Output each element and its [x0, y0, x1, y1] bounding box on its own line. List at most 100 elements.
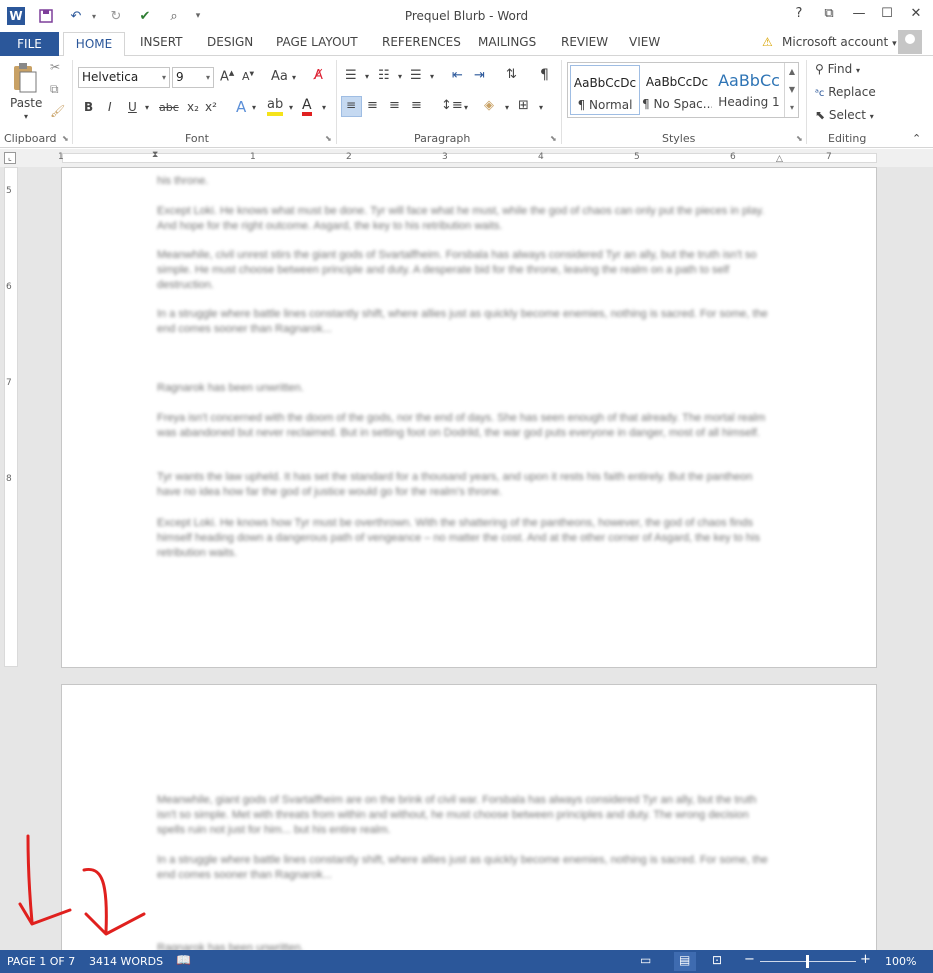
borders-icon[interactable]: ⊞: [518, 98, 529, 113]
numbering-icon[interactable]: ☷: [378, 68, 390, 83]
line-spacing-icon[interactable]: ↕≡: [441, 98, 463, 113]
paragraph[interactable]: In a struggle where battle lines constan…: [157, 307, 772, 337]
show-formatting-icon[interactable]: ¶: [540, 67, 549, 83]
account-menu[interactable]: Microsoft account ▾: [782, 35, 897, 49]
font-launcher-icon[interactable]: ⬊: [325, 134, 332, 143]
font-size-select[interactable]: 9 ▾: [172, 67, 214, 88]
right-indent-icon[interactable]: △: [776, 154, 783, 164]
font-family-select[interactable]: Helvetica ▾: [78, 67, 170, 88]
paragraph[interactable]: his throne.: [157, 174, 772, 189]
borders-dropdown-icon[interactable]: ▾: [539, 103, 543, 112]
page-count[interactable]: PAGE 1 OF 7: [7, 955, 75, 968]
numbering-dropdown-icon[interactable]: ▾: [398, 72, 402, 81]
page-2[interactable]: Meanwhile, giant gods of Svartalfheim ar…: [61, 684, 877, 964]
clear-formatting-icon[interactable]: A̸: [314, 68, 323, 83]
tab-design[interactable]: DESIGN: [207, 35, 253, 49]
page-1[interactable]: his throne. Except Loki. He knows what m…: [61, 167, 877, 668]
paragraph-launcher-icon[interactable]: ⬊: [550, 134, 557, 143]
find-button[interactable]: ⚲ Find ▾: [815, 62, 860, 76]
tab-insert[interactable]: INSERT: [140, 35, 183, 49]
text-effects-icon[interactable]: A: [236, 98, 246, 116]
paragraph[interactable]: Ragnarok has been unwritten.: [157, 381, 772, 396]
styles-scroll[interactable]: ▲ ▼ ▾: [784, 63, 799, 117]
vertical-ruler[interactable]: 5 6 7 8: [4, 167, 18, 667]
styles-launcher-icon[interactable]: ⬊: [796, 134, 803, 143]
help-button[interactable]: ?: [788, 6, 810, 26]
align-center-icon[interactable]: ≡: [367, 98, 378, 113]
font-color-dropdown-icon[interactable]: ▾: [322, 103, 326, 112]
indent-marker-icon[interactable]: ⧗: [152, 150, 158, 160]
bold-button[interactable]: B: [84, 100, 93, 114]
format-painter-icon[interactable]: 🖌: [50, 104, 65, 118]
clipboard-launcher-icon[interactable]: ⬊: [62, 134, 69, 143]
change-case-icon[interactable]: Aa ▾: [271, 69, 296, 84]
decrease-indent-icon[interactable]: ⇤: [452, 68, 463, 83]
web-layout-icon[interactable]: ⊡: [712, 953, 722, 967]
maximize-button[interactable]: ☐: [876, 6, 898, 26]
font-color-icon[interactable]: A: [302, 98, 312, 116]
paragraph[interactable]: Tyr wants the law upheld. It has set the…: [157, 470, 772, 500]
tab-mailings[interactable]: MAILINGS: [478, 35, 536, 49]
word-count[interactable]: 3414 WORDS: [89, 955, 163, 968]
cut-icon[interactable]: ✂: [50, 60, 60, 74]
underline-button[interactable]: U: [128, 100, 137, 114]
style-heading-1[interactable]: AaBbCc Heading 1: [714, 65, 784, 115]
paste-button[interactable]: Paste: [10, 96, 42, 110]
paragraph[interactable]: Except Loki. He knows how Tyr must be ov…: [157, 516, 772, 561]
text-effects-dropdown-icon[interactable]: ▾: [252, 103, 256, 112]
tab-file[interactable]: FILE: [0, 32, 59, 56]
bullets-icon[interactable]: ☰: [345, 68, 357, 83]
multilevel-list-icon[interactable]: ☰: [410, 68, 422, 83]
select-button[interactable]: ⬉ Select ▾: [815, 108, 874, 122]
ribbon-display-options-icon[interactable]: ⧉: [818, 6, 840, 26]
line-spacing-dropdown-icon[interactable]: ▾: [464, 103, 468, 112]
read-mode-icon[interactable]: ▭: [640, 953, 651, 967]
bullets-dropdown-icon[interactable]: ▾: [365, 72, 369, 81]
style-no-spacing[interactable]: AaBbCcDc ¶ No Spac...: [642, 65, 712, 115]
shrink-font-icon[interactable]: A▼: [242, 70, 254, 83]
proofing-icon[interactable]: 📖: [176, 953, 191, 967]
copy-icon[interactable]: ⧉: [50, 82, 59, 97]
close-button[interactable]: ✕: [905, 6, 927, 26]
avatar[interactable]: [898, 30, 922, 54]
paragraph[interactable]: Freya isn't concerned with the doom of t…: [157, 411, 772, 441]
justify-icon[interactable]: ≡: [411, 98, 422, 113]
tab-selector-icon[interactable]: ⌞: [4, 152, 16, 164]
style-normal[interactable]: AaBbCcDc ¶ Normal: [570, 65, 640, 115]
tab-home[interactable]: HOME: [63, 32, 125, 57]
zoom-slider-thumb[interactable]: [806, 955, 809, 968]
subscript-button[interactable]: x₂: [187, 100, 199, 114]
align-right-icon[interactable]: ≡: [389, 98, 400, 113]
paragraph[interactable]: Meanwhile, civil unrest stirs the giant …: [157, 248, 772, 293]
highlight-dropdown-icon[interactable]: ▾: [289, 103, 293, 112]
collapse-ribbon-icon[interactable]: ⌃: [912, 132, 921, 145]
print-layout-button[interactable]: ▤: [674, 952, 696, 971]
underline-dropdown-icon[interactable]: ▾: [145, 103, 149, 112]
grow-font-icon[interactable]: A▲: [220, 69, 234, 84]
superscript-button[interactable]: x²: [205, 100, 217, 114]
replace-button[interactable]: ᵃc Replace: [815, 85, 876, 99]
multilevel-dropdown-icon[interactable]: ▾: [430, 72, 434, 81]
tab-view[interactable]: VIEW: [629, 35, 660, 49]
sort-icon[interactable]: ⇅: [506, 67, 517, 82]
zoom-level[interactable]: 100%: [885, 955, 916, 968]
align-left-button[interactable]: ≡: [341, 96, 362, 117]
paste-dropdown-icon[interactable]: ▾: [24, 112, 28, 121]
paragraph[interactable]: Meanwhile, giant gods of Svartalfheim ar…: [157, 793, 772, 838]
increase-indent-icon[interactable]: ⇥: [474, 68, 485, 83]
highlight-icon[interactable]: ab: [267, 98, 284, 116]
paste-icon[interactable]: [10, 62, 40, 96]
paragraph[interactable]: Except Loki. He knows what must be done.…: [157, 204, 772, 234]
italic-button[interactable]: I: [108, 100, 112, 114]
ruler-bar[interactable]: [62, 153, 877, 163]
shading-icon[interactable]: ◈: [484, 98, 494, 113]
tab-page-layout[interactable]: PAGE LAYOUT: [276, 35, 358, 49]
document-area[interactable]: 5 6 7 8 his throne. Except Loki. He know…: [0, 167, 933, 964]
paragraph[interactable]: In a struggle where battle lines constan…: [157, 853, 772, 883]
zoom-out-button[interactable]: −: [744, 952, 755, 967]
tab-review[interactable]: REVIEW: [561, 35, 608, 49]
shading-dropdown-icon[interactable]: ▾: [505, 103, 509, 112]
minimize-button[interactable]: —: [848, 6, 870, 26]
strikethrough-button[interactable]: abc: [159, 101, 179, 114]
zoom-in-button[interactable]: +: [860, 952, 871, 967]
